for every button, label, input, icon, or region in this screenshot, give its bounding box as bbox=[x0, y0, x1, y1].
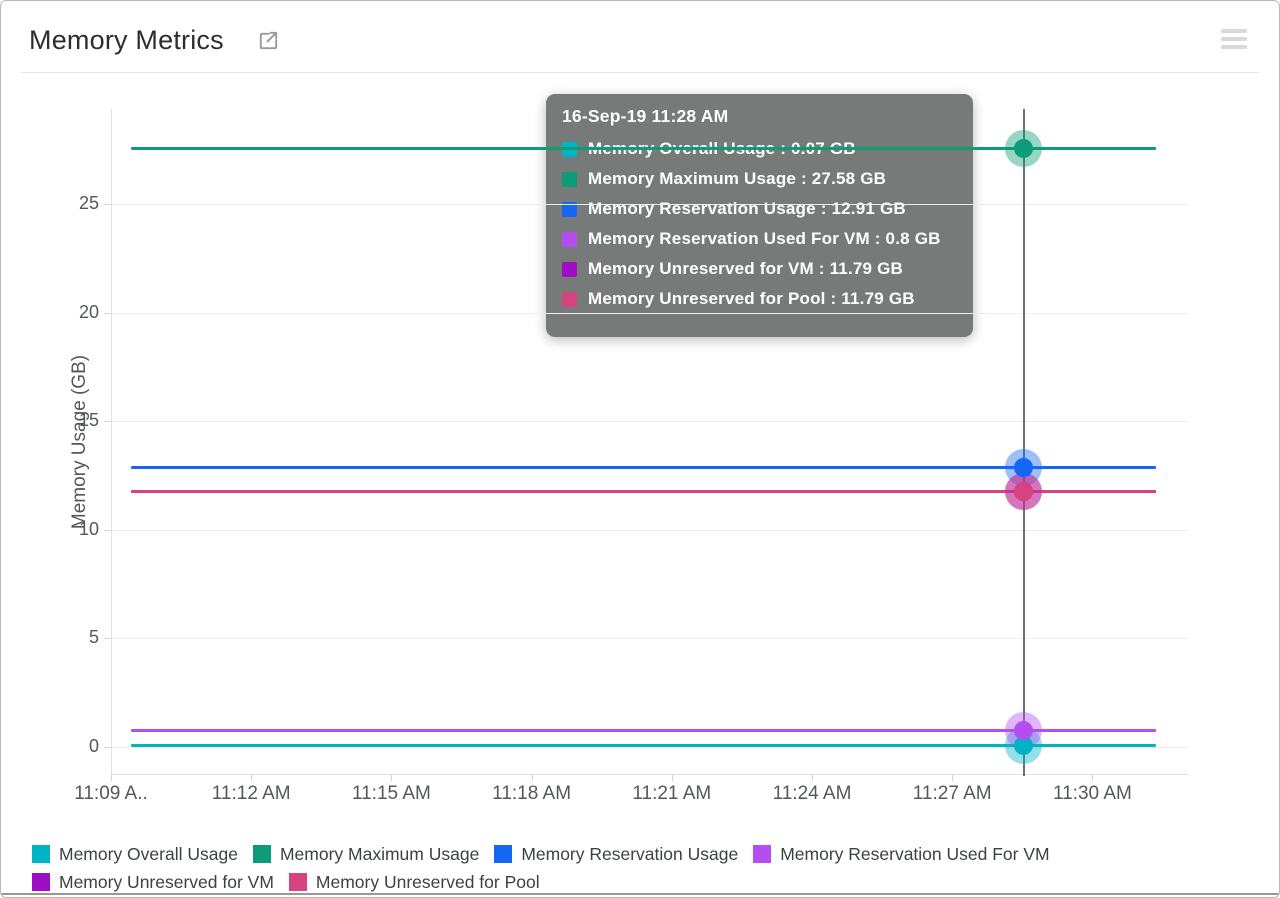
legend-swatch bbox=[753, 845, 771, 863]
series-line-memory-reservation-usage[interactable] bbox=[131, 466, 1156, 469]
hover-marker-dot[interactable] bbox=[1014, 482, 1033, 501]
x-tick-mark bbox=[952, 774, 953, 781]
legend-row: Memory Unreserved for VM Memory Unreserve… bbox=[32, 868, 1222, 896]
tooltip-row: Memory Reservation Used For VM : 0.8 GB bbox=[562, 224, 957, 254]
legend-item-memory-reservation-used-for-vm[interactable]: Memory Reservation Used For VM bbox=[753, 844, 1049, 865]
x-tick-label: 11:18 AM bbox=[472, 783, 592, 805]
x-tick-label: 11:12 AM bbox=[191, 783, 311, 805]
x-axis-line bbox=[111, 774, 1188, 775]
chart-legend: Memory Overall Usage Memory Maximum Usage… bbox=[32, 840, 1222, 896]
x-tick-mark bbox=[251, 774, 252, 781]
y-tick-label: 5 bbox=[41, 627, 99, 648]
x-tick-label: 11:21 AM bbox=[612, 783, 732, 805]
y-gridline bbox=[111, 421, 1188, 422]
x-tick-label: 11:15 AM bbox=[331, 783, 451, 805]
legend-swatch bbox=[32, 873, 50, 891]
y-tick-mark bbox=[104, 313, 111, 314]
tooltip-series-value: Memory Unreserved for Pool : 11.79 GB bbox=[588, 289, 915, 309]
tooltip-series-swatch bbox=[562, 262, 577, 277]
hover-marker-dot[interactable] bbox=[1014, 458, 1033, 477]
tooltip-row: Memory Unreserved for Pool : 11.79 GB bbox=[562, 284, 957, 314]
y-tick-mark bbox=[104, 421, 111, 422]
series-line-memory-reservation-used-for-vm[interactable] bbox=[131, 729, 1156, 732]
y-gridline bbox=[111, 638, 1188, 639]
y-tick-mark bbox=[104, 638, 111, 639]
chart-tooltip: 16-Sep-19 11:28 AM Memory Overall Usage … bbox=[546, 94, 973, 337]
tooltip-series-swatch bbox=[562, 232, 577, 247]
legend-label: Memory Unreserved for Pool bbox=[316, 872, 540, 893]
x-tick-mark bbox=[391, 774, 392, 781]
x-tick-mark bbox=[532, 774, 533, 781]
memory-metrics-widget: Memory Metrics Memory Usage (GB) 16-Sep-… bbox=[0, 0, 1280, 898]
tooltip-series-swatch bbox=[562, 172, 577, 187]
legend-item-memory-overall-usage[interactable]: Memory Overall Usage bbox=[32, 844, 238, 865]
y-tick-label: 0 bbox=[41, 736, 99, 757]
tooltip-row: Memory Maximum Usage : 27.58 GB bbox=[562, 164, 957, 194]
tooltip-series-swatch bbox=[562, 292, 577, 307]
y-tick-mark bbox=[104, 530, 111, 531]
y-gridline bbox=[111, 313, 1188, 314]
hover-marker-dot[interactable] bbox=[1014, 721, 1033, 740]
legend-swatch bbox=[253, 845, 271, 863]
legend-label: Memory Overall Usage bbox=[59, 844, 238, 865]
legend-swatch bbox=[32, 845, 50, 863]
y-axis-line bbox=[111, 109, 112, 774]
tooltip-row: Memory Reservation Usage : 12.91 GB bbox=[562, 194, 957, 224]
legend-label: Memory Reservation Used For VM bbox=[780, 844, 1049, 865]
hover-marker-dot[interactable] bbox=[1014, 139, 1033, 158]
legend-swatch bbox=[289, 873, 307, 891]
legend-label: Memory Unreserved for VM bbox=[59, 872, 274, 893]
y-tick-mark bbox=[104, 747, 111, 748]
tooltip-series-value: Memory Unreserved for VM : 11.79 GB bbox=[588, 259, 903, 279]
y-gridline bbox=[111, 204, 1188, 205]
tooltip-series-value: Memory Reservation Used For VM : 0.8 GB bbox=[588, 229, 941, 249]
legend-item-memory-reservation-usage[interactable]: Memory Reservation Usage bbox=[494, 844, 738, 865]
x-tick-label: 11:30 AM bbox=[1032, 783, 1152, 805]
legend-item-memory-maximum-usage[interactable]: Memory Maximum Usage bbox=[253, 844, 479, 865]
tooltip-series-value: Memory Reservation Usage : 12.91 GB bbox=[588, 199, 906, 219]
x-tick-mark bbox=[672, 774, 673, 781]
x-tick-mark bbox=[1092, 774, 1093, 781]
tooltip-row: Memory Unreserved for VM : 11.79 GB bbox=[562, 254, 957, 284]
legend-item-memory-unreserved-for-pool[interactable]: Memory Unreserved for Pool bbox=[289, 872, 540, 893]
y-tick-label: 10 bbox=[41, 519, 99, 540]
y-tick-label: 25 bbox=[41, 193, 99, 214]
crosshair-line bbox=[1023, 109, 1025, 776]
x-tick-mark bbox=[111, 774, 112, 781]
x-tick-label: 11:09 A.. bbox=[51, 783, 171, 805]
widget-bottom-border bbox=[1, 893, 1279, 895]
series-line-memory-unreserved-for-pool[interactable] bbox=[131, 490, 1156, 493]
legend-item-memory-unreserved-for-vm[interactable]: Memory Unreserved for VM bbox=[32, 872, 274, 893]
x-tick-mark bbox=[812, 774, 813, 781]
tooltip-timestamp: 16-Sep-19 11:28 AM bbox=[562, 106, 957, 127]
legend-label: Memory Reservation Usage bbox=[521, 844, 738, 865]
legend-label: Memory Maximum Usage bbox=[280, 844, 479, 865]
y-tick-label: 20 bbox=[41, 302, 99, 323]
legend-swatch bbox=[494, 845, 512, 863]
chart-plot-area[interactable]: Memory Usage (GB) 16-Sep-19 11:28 AM Mem… bbox=[1, 1, 1279, 897]
x-tick-label: 11:27 AM bbox=[892, 783, 1012, 805]
series-line-memory-maximum-usage[interactable] bbox=[131, 147, 1156, 150]
y-tick-label: 15 bbox=[41, 410, 99, 431]
legend-row: Memory Overall Usage Memory Maximum Usage… bbox=[32, 840, 1222, 868]
x-tick-label: 11:24 AM bbox=[752, 783, 872, 805]
tooltip-series-value: Memory Maximum Usage : 27.58 GB bbox=[588, 169, 886, 189]
y-tick-mark bbox=[104, 204, 111, 205]
y-gridline bbox=[111, 530, 1188, 531]
